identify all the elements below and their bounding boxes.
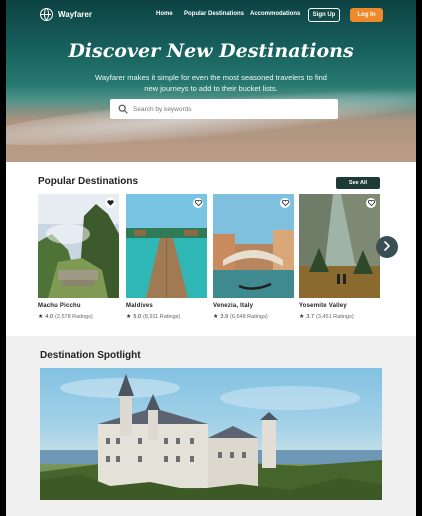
globe-icon: [40, 8, 53, 21]
heart-icon[interactable]: [366, 198, 376, 208]
signup-button[interactable]: Sign Up: [308, 8, 340, 22]
rating-score: 3.9: [220, 313, 229, 320]
nav-link-home[interactable]: Home: [156, 11, 173, 17]
heart-icon[interactable]: [193, 198, 203, 208]
destination-card-maldives[interactable]: Maldives ★ 5.0 (8,911 Ratings): [126, 194, 207, 320]
rating-count: (8,911 Ratings): [143, 313, 181, 320]
destination-name: Machu Picchu: [38, 303, 81, 309]
destination-card-machu-picchu[interactable]: Machu Picchu ★ 4.0 (2,578 Ratings): [38, 194, 119, 320]
carousel-next-button[interactable]: [376, 236, 398, 258]
destination-image: [126, 194, 207, 298]
login-button[interactable]: Log In: [350, 8, 383, 22]
heart-icon[interactable]: [280, 198, 290, 208]
rating-score: 4.0: [45, 313, 54, 320]
popular-destinations-title: Popular Destinations: [38, 176, 139, 187]
destination-image: [38, 194, 119, 298]
star-icon: ★: [299, 314, 305, 320]
hero-banner: Wayfarer Home Popular Destinations Accom…: [6, 0, 416, 162]
search-icon: [116, 102, 130, 116]
hero-subtitle: Wayfarer makes it simple for even the mo…: [95, 73, 327, 93]
star-icon: ★: [213, 314, 219, 320]
search-bar[interactable]: [110, 99, 338, 119]
star-icon: ★: [126, 314, 132, 320]
brand-logo[interactable]: Wayfarer: [40, 8, 92, 21]
star-icon: ★: [38, 314, 44, 320]
destination-image: [213, 194, 294, 298]
destination-name: Venezia, Italy: [213, 303, 254, 309]
search-input[interactable]: [133, 105, 323, 113]
chevron-right-icon: [383, 238, 391, 256]
destination-card-venezia[interactable]: Venezia, Italy ★ 3.9 (6,648 Ratings): [213, 194, 294, 320]
rating-count: (6,648 Ratings): [230, 313, 268, 320]
destination-spotlight-title: Destination Spotlight: [40, 350, 141, 361]
rating-score: 3.7: [306, 313, 315, 320]
spotlight-image[interactable]: [40, 368, 382, 500]
destination-image: [299, 194, 380, 298]
brand-name: Wayfarer: [58, 10, 92, 19]
rating-count: (2,578 Ratings): [55, 313, 93, 320]
heart-icon[interactable]: [105, 198, 115, 208]
destination-name: Yosemite Valley: [299, 303, 347, 309]
nav-link-accommodations[interactable]: Accommodations: [250, 11, 300, 17]
rating-count: (3,451 Ratings): [316, 313, 354, 320]
top-nav: Wayfarer Home Popular Destinations Accom…: [6, 0, 416, 30]
destination-card-yosemite[interactable]: Yosemite Valley ★ 3.7 (3,451 Ratings): [299, 194, 380, 320]
page: Wayfarer Home Popular Destinations Accom…: [6, 0, 416, 516]
destination-name: Maldives: [126, 303, 153, 309]
destination-rating: ★ 3.9 (6,648 Ratings): [213, 313, 294, 321]
rating-score: 5.0: [133, 313, 142, 320]
hero-title: Discover New Destinations: [68, 40, 354, 62]
destination-rating: ★ 5.0 (8,911 Ratings): [126, 313, 207, 321]
nav-link-popular-destinations[interactable]: Popular Destinations: [184, 11, 244, 17]
see-all-button[interactable]: See All: [336, 177, 380, 189]
destination-rating: ★ 4.0 (2,578 Ratings): [38, 313, 119, 321]
destination-rating: ★ 3.7 (3,451 Ratings): [299, 313, 380, 321]
